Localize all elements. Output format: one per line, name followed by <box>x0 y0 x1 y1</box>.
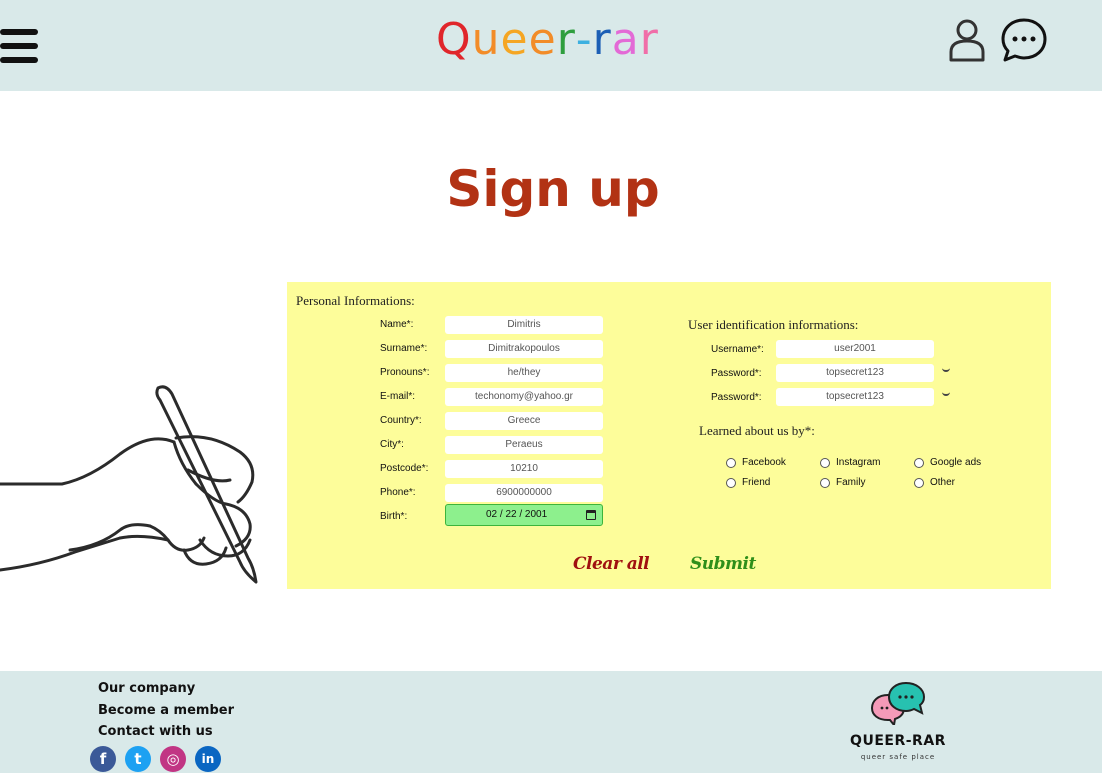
pronouns-label: Pronouns*: <box>380 367 430 378</box>
logo-letter: - <box>575 14 593 65</box>
learned-about-heading: Learned about us by*: <box>699 423 815 438</box>
header: Queer-rar <box>0 0 1102 91</box>
user-icon[interactable] <box>948 18 986 62</box>
source-option-instagram[interactable]: Instagram <box>820 457 880 468</box>
country-label: Country*: <box>380 415 422 426</box>
password-input[interactable]: topsecret123 <box>776 364 934 382</box>
speech-bubbles-icon <box>870 681 926 725</box>
email-input[interactable]: techonomy@yahoo.gr <box>445 388 603 406</box>
name-input[interactable]: Dimitris <box>445 316 603 334</box>
logo-letter: e <box>528 14 557 65</box>
source-option-friend[interactable]: Friend <box>726 477 770 488</box>
logo-letter: r <box>556 14 576 65</box>
radio-label: Google ads <box>930 457 982 468</box>
logo-letter: a <box>611 14 640 65</box>
page-title: Sign up <box>446 160 660 218</box>
phone-input[interactable]: 6900000000 <box>445 484 603 502</box>
submit-button[interactable]: Submit <box>690 554 756 574</box>
linkedin-icon[interactable]: in <box>195 746 221 772</box>
postcode-input[interactable]: 10210 <box>445 460 603 478</box>
radio-label: Instagram <box>836 457 881 468</box>
signup-form: Personal Informations: Name*: Dimitris Sur… <box>287 282 1051 589</box>
footer: Our company Become a member Contact with… <box>0 671 1102 773</box>
instagram-icon[interactable]: ◎ <box>160 746 186 772</box>
radio-label: Facebook <box>742 457 786 468</box>
radio-button[interactable] <box>914 457 924 468</box>
source-option-other[interactable]: Other <box>914 477 955 488</box>
logo-letter: e <box>500 14 529 65</box>
birth-label: Birth*: <box>380 511 408 522</box>
birth-date-input[interactable]: 02 / 22 / 2001 <box>445 504 603 526</box>
radio-button[interactable] <box>820 457 830 468</box>
postcode-label: Postcode*: <box>380 463 429 474</box>
site-logo[interactable]: Queer-rar <box>436 14 659 65</box>
username-input[interactable]: user2001 <box>776 340 934 358</box>
footer-link-our-company[interactable]: Our company <box>98 681 195 696</box>
personal-info-heading: Personal Informations: <box>296 293 415 308</box>
radio-button[interactable] <box>820 477 830 488</box>
source-option-google-ads[interactable]: Google ads <box>914 457 981 468</box>
logo-letter: r <box>639 14 659 65</box>
radio-button[interactable] <box>726 477 736 488</box>
surname-label: Surname*: <box>380 343 428 354</box>
clear-all-button[interactable]: Clear all <box>573 554 650 574</box>
logo-letter: Q <box>436 14 472 65</box>
name-label: Name*: <box>380 319 414 330</box>
username-label: Username*: <box>711 344 764 355</box>
source-option-facebook[interactable]: Facebook <box>726 457 786 468</box>
radio-button[interactable] <box>726 457 736 468</box>
source-option-family[interactable]: Family <box>820 477 865 488</box>
surname-input[interactable]: Dimitrakopoulos <box>445 340 603 358</box>
radio-button[interactable] <box>914 477 924 488</box>
password-label: Password*: <box>711 368 762 379</box>
show-password-icon[interactable] <box>941 366 953 374</box>
footer-logo: QUEER-RAR queer safe place <box>848 681 952 771</box>
radio-label: Friend <box>742 477 771 488</box>
hand-writing-illustration <box>0 385 258 584</box>
radio-label: Family <box>836 477 866 488</box>
footer-tagline: queer safe place <box>860 753 936 761</box>
calendar-icon[interactable] <box>586 510 596 520</box>
radio-label: Other <box>930 477 956 488</box>
confirm-password-input[interactable]: topsecret123 <box>776 388 934 406</box>
country-input[interactable]: Greece <box>445 412 603 430</box>
birth-date-value: 02 / 22 / 2001 <box>486 509 548 520</box>
facebook-icon[interactable]: f <box>90 746 116 772</box>
footer-link-contact[interactable]: Contact with us <box>98 724 213 739</box>
footer-link-become-member[interactable]: Become a member <box>98 703 234 718</box>
twitter-icon[interactable]: t <box>125 746 151 772</box>
confirm-password-label: Password*: <box>711 392 762 403</box>
email-label: E-mail*: <box>380 391 416 402</box>
footer-brand: QUEER-RAR <box>850 733 946 749</box>
chat-icon[interactable] <box>1000 16 1048 64</box>
phone-label: Phone*: <box>380 487 416 498</box>
city-input[interactable]: Peraeus <box>445 436 603 454</box>
logo-letter: u <box>471 14 501 65</box>
user-info-heading: User identification informations: <box>688 317 859 332</box>
pronouns-input[interactable]: he/they <box>445 364 603 382</box>
show-confirm-password-icon[interactable] <box>941 390 953 398</box>
logo-letter: r <box>592 14 612 65</box>
city-label: City*: <box>380 439 404 450</box>
menu-icon[interactable] <box>0 27 40 67</box>
